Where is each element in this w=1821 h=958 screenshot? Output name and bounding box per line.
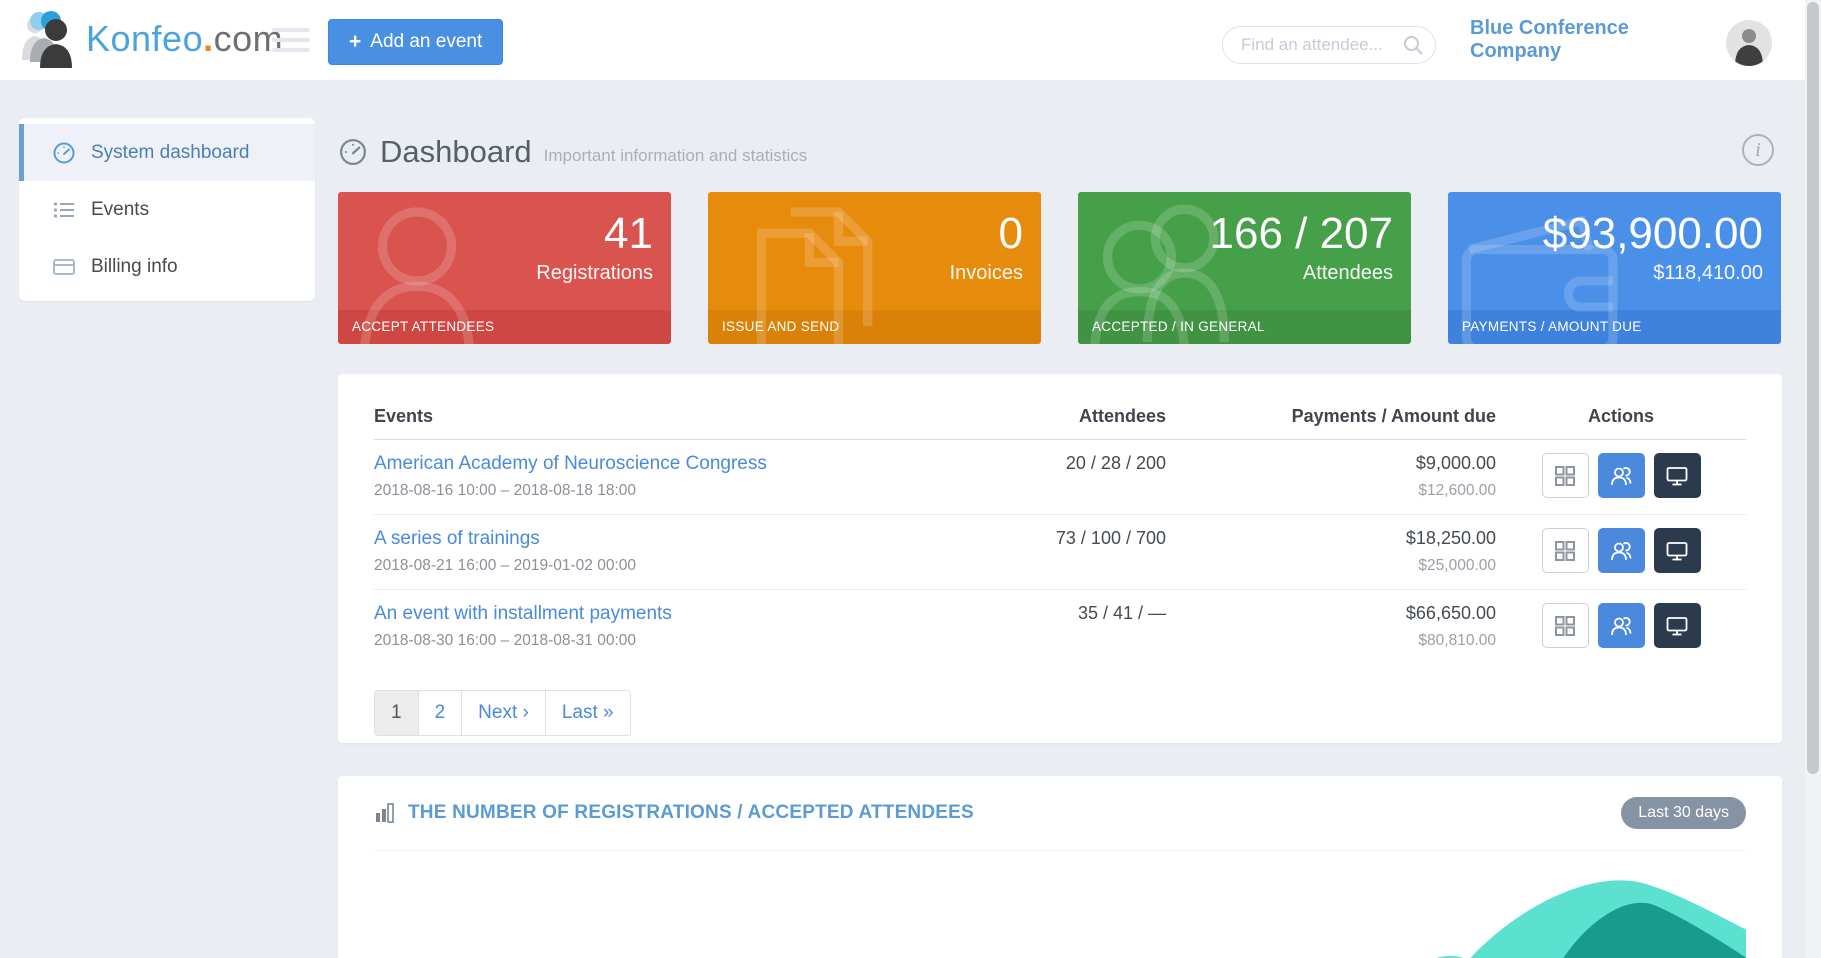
registrations-chart-panel: THE NUMBER OF REGISTRATIONS / ACCEPTED A… bbox=[338, 776, 1782, 958]
search-icon[interactable] bbox=[1402, 34, 1424, 56]
stat-card-registrations[interactable]: 41 Registrations ACCEPT ATTENDEES bbox=[338, 192, 671, 344]
stat-label: $118,410.00 bbox=[1653, 262, 1763, 284]
grid-icon bbox=[1555, 465, 1575, 486]
account-menu[interactable]: Blue Conference Company bbox=[1470, 0, 1720, 80]
sidebar-item-label: System dashboard bbox=[91, 141, 250, 163]
gauge-icon bbox=[53, 142, 75, 163]
event-screen-button[interactable] bbox=[1653, 603, 1701, 648]
chart-plot-area bbox=[374, 850, 1746, 958]
sidebar-item-system-dashboard[interactable]: System dashboard bbox=[19, 124, 315, 181]
info-icon[interactable]: i bbox=[1742, 134, 1774, 166]
attendees-icon bbox=[1611, 466, 1632, 485]
event-amount-due: $80,810.00 bbox=[1418, 632, 1496, 649]
stat-value: 0 bbox=[998, 209, 1023, 258]
dashboard-icon bbox=[340, 139, 366, 165]
event-link[interactable]: An event with installment payments bbox=[374, 603, 926, 625]
table-row: A series of trainings 2018-08-21 16:00 –… bbox=[374, 514, 1746, 590]
event-dates: 2018-08-30 16:00 – 2018-08-31 00:00 bbox=[374, 632, 636, 649]
bar-chart-icon bbox=[376, 803, 394, 823]
stat-footer: ACCEPTED / IN GENERAL bbox=[1078, 310, 1411, 344]
chart-range-badge[interactable]: Last 30 days bbox=[1621, 797, 1746, 829]
user-avatar[interactable] bbox=[1726, 20, 1772, 66]
avatar-person-icon bbox=[1735, 29, 1763, 66]
sidebar-item-label: Events bbox=[91, 198, 150, 220]
event-dashboard-button[interactable] bbox=[1541, 453, 1589, 498]
column-header-attendees: Attendees bbox=[926, 398, 1166, 440]
stat-footer: PAYMENTS / AMOUNT DUE bbox=[1448, 310, 1781, 344]
event-attendees-button[interactable] bbox=[1597, 528, 1645, 573]
event-dashboard-button[interactable] bbox=[1541, 603, 1589, 648]
event-link[interactable]: A series of trainings bbox=[374, 528, 926, 550]
stat-footer: ACCEPT ATTENDEES bbox=[338, 310, 671, 344]
event-link[interactable]: American Academy of Neuroscience Congres… bbox=[374, 453, 926, 475]
event-screen-button[interactable] bbox=[1653, 453, 1701, 498]
stat-label: Attendees bbox=[1302, 262, 1393, 284]
event-attendees: 73 / 100 / 700 bbox=[926, 514, 1166, 590]
page-title: Dashboard bbox=[380, 134, 532, 169]
event-amount-due: $25,000.00 bbox=[1418, 557, 1496, 574]
event-attendees-button[interactable] bbox=[1597, 603, 1645, 648]
area-chart bbox=[1437, 880, 1746, 958]
main-sidebar: System dashboard Events Billing info bbox=[19, 118, 315, 301]
event-attendees: 20 / 28 / 200 bbox=[926, 439, 1166, 515]
monitor-icon bbox=[1666, 466, 1688, 485]
attendee-search bbox=[1222, 26, 1436, 64]
konfeo-logo[interactable]: Konfeo.com bbox=[18, 10, 283, 68]
attendees-icon bbox=[1611, 541, 1632, 560]
stat-value: 41 bbox=[604, 209, 653, 258]
event-attendees: 35 / 41 / — bbox=[1077, 603, 1166, 623]
grid-icon bbox=[1555, 540, 1575, 561]
pagination-page-2[interactable]: 2 bbox=[417, 690, 463, 736]
app-header: Konfeo.com + Add an event Blue Conferenc… bbox=[0, 0, 1821, 80]
table-row: American Academy of Neuroscience Congres… bbox=[374, 439, 1746, 515]
grid-icon bbox=[1555, 615, 1575, 636]
column-header-events: Events bbox=[374, 398, 926, 440]
event-dashboard-button[interactable] bbox=[1541, 528, 1589, 573]
events-panel: Events Attendees Payments / Amount due A… bbox=[338, 374, 1782, 743]
stat-label: Registrations bbox=[536, 262, 653, 284]
konfeo-logo-text: Konfeo.com bbox=[86, 18, 284, 59]
add-event-button[interactable]: + Add an event bbox=[328, 19, 504, 65]
event-dates: 2018-08-21 16:00 – 2019-01-02 00:00 bbox=[374, 557, 636, 574]
stat-value: 166 / 207 bbox=[1209, 209, 1394, 258]
column-header-actions: Actions bbox=[1496, 398, 1746, 440]
page-subtitle: Important information and statistics bbox=[543, 146, 808, 165]
menu-toggle-icon[interactable] bbox=[272, 28, 310, 52]
stat-label: Invoices bbox=[949, 262, 1023, 284]
event-payment: $66,650.00 bbox=[1405, 603, 1496, 623]
stat-footer: ISSUE AND SEND bbox=[708, 310, 1041, 344]
stat-card-invoices[interactable]: 0 Invoices ISSUE AND SEND bbox=[708, 192, 1041, 344]
sidebar-item-billing-info[interactable]: Billing info bbox=[19, 238, 315, 295]
event-payment: $9,000.00 bbox=[1415, 453, 1496, 473]
pagination: 1 2 Next › Last » bbox=[374, 690, 631, 736]
column-header-payments: Payments / Amount due bbox=[1166, 398, 1496, 440]
event-dates: 2018-08-16 10:00 – 2018-08-18 18:00 bbox=[374, 482, 636, 499]
event-amount-due: $12,600.00 bbox=[1418, 482, 1496, 499]
monitor-icon bbox=[1666, 541, 1688, 560]
event-payment: $18,250.00 bbox=[1405, 528, 1496, 548]
stat-cards: 41 Registrations ACCEPT ATTENDEES 0 Invo… bbox=[338, 192, 1782, 344]
chart-title: THE NUMBER OF REGISTRATIONS / ACCEPTED A… bbox=[408, 802, 974, 823]
pagination-next[interactable]: Next › bbox=[461, 690, 546, 736]
stat-card-payments[interactable]: $93,900.00 $118,410.00 PAYMENTS / AMOUNT… bbox=[1448, 192, 1781, 344]
sidebar-item-label: Billing info bbox=[91, 255, 178, 277]
plus-icon: + bbox=[349, 30, 362, 53]
table-row: An event with installment payments 2018-… bbox=[374, 590, 1746, 665]
monitor-icon bbox=[1666, 616, 1688, 635]
event-screen-button[interactable] bbox=[1653, 528, 1701, 573]
pagination-page-1[interactable]: 1 bbox=[374, 690, 419, 736]
page-header: Dashboard Important information and stat… bbox=[338, 128, 1782, 176]
attendees-icon bbox=[1611, 616, 1632, 635]
konfeo-logo-icon bbox=[22, 11, 72, 68]
stat-card-attendees[interactable]: 166 / 207 Attendees ACCEPTED / IN GENERA… bbox=[1078, 192, 1411, 344]
event-attendees-button[interactable] bbox=[1597, 453, 1645, 498]
stat-value: $93,900.00 bbox=[1542, 209, 1763, 258]
credit-card-icon bbox=[53, 258, 75, 275]
sidebar-item-events[interactable]: Events bbox=[19, 181, 315, 238]
pagination-last[interactable]: Last » bbox=[544, 690, 631, 736]
page-scrollbar[interactable] bbox=[1805, 0, 1821, 958]
app-window: Konfeo.com + Add an event Blue Conferenc… bbox=[0, 0, 1821, 958]
scrollbar-thumb[interactable] bbox=[1807, 2, 1819, 774]
list-icon bbox=[53, 201, 74, 218]
